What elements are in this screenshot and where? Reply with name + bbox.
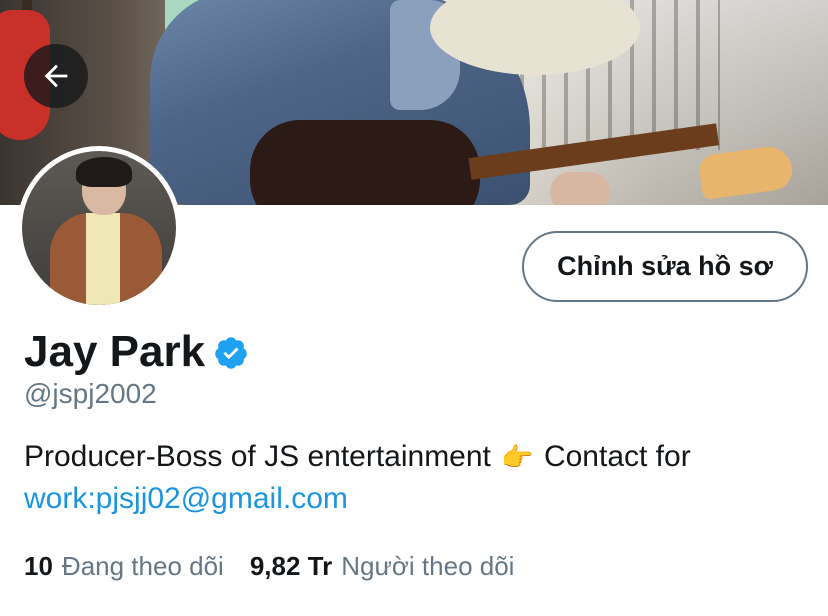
name-row: Jay Park: [24, 324, 249, 380]
back-arrow-icon: [44, 64, 68, 88]
edit-profile-button[interactable]: Chỉnh sửa hồ sơ: [522, 231, 808, 302]
username-handle: @jspj2002: [24, 378, 157, 409]
display-name: Jay Park: [24, 327, 206, 376]
profile-page: Chỉnh sửa hồ sơ Jay Park @jspj2002 Produ…: [0, 0, 828, 616]
following-stat[interactable]: 10 Đang theo dõi: [24, 551, 224, 582]
following-count: 10: [24, 550, 53, 581]
followers-label: Người theo dõi: [341, 550, 515, 581]
following-label: Đang theo dõi: [61, 550, 224, 581]
followers-stat[interactable]: 9,82 Tr Người theo dõi: [250, 551, 515, 582]
avatar[interactable]: [17, 146, 181, 310]
bio-text: Producer-Boss of JS entertainment: [24, 440, 491, 473]
follow-stats: 10 Đang theo dõi 9,82 Tr Người theo dõi: [24, 548, 514, 584]
back-button[interactable]: [24, 44, 88, 108]
pointing-hand-icon: 👉: [501, 442, 534, 472]
avatar-image: [22, 151, 176, 305]
verified-badge-icon: [215, 337, 247, 369]
bio-email-link[interactable]: work:pjsjj02@gmail.com: [24, 482, 348, 515]
followers-count: 9,82 Tr: [249, 550, 333, 581]
profile-bio: Producer-Boss of JS entertainment 👉 Cont…: [24, 436, 814, 520]
bio-text-contact: Contact for: [543, 440, 691, 473]
